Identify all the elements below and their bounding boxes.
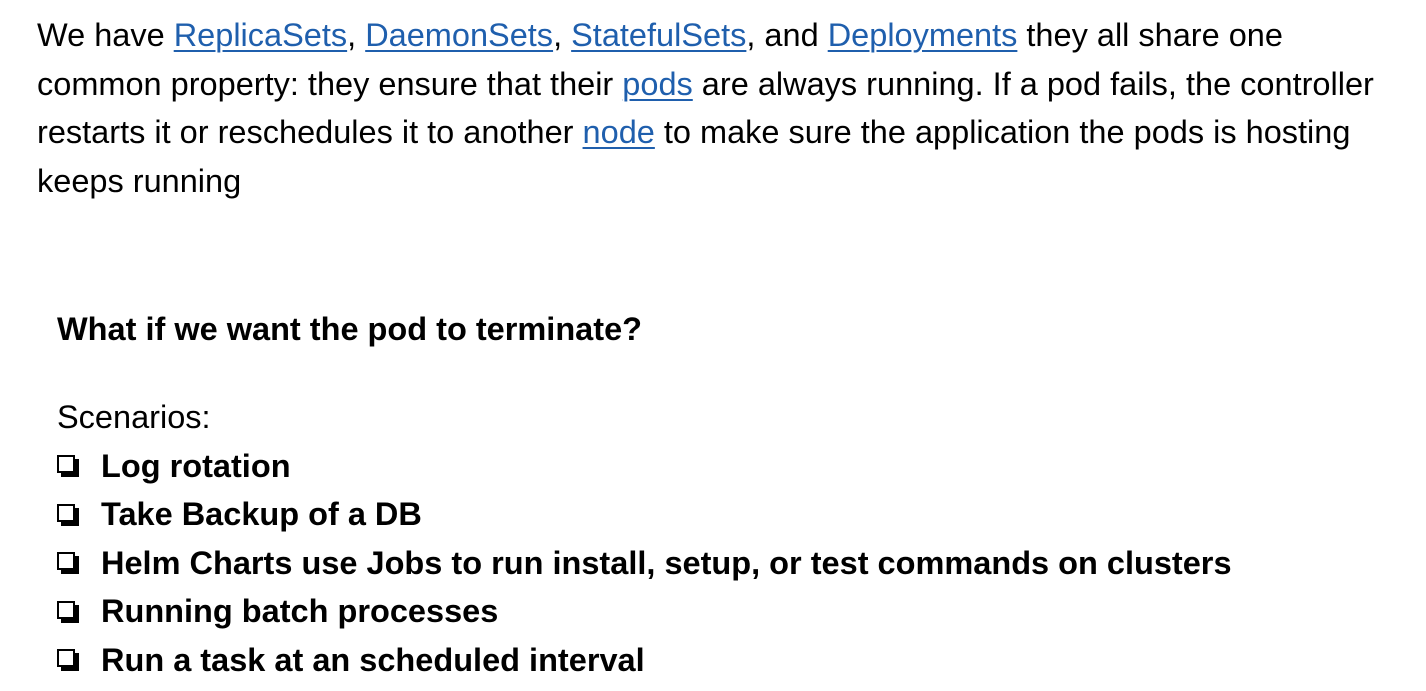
scenario-label: Run a task at an scheduled interval [101, 641, 645, 678]
scenario-label: Log rotation [101, 447, 291, 484]
scenarios-label: Scenarios: [57, 399, 211, 435]
scenario-list: Log rotation Take Backup of a DB Helm Ch… [57, 442, 1232, 685]
scenario-item: Log rotation [57, 442, 1232, 491]
pods-link[interactable]: pods [622, 66, 692, 102]
scenario-item: Running batch processes [57, 588, 1232, 637]
scenario-item: Helm Charts use Jobs to run install, set… [57, 539, 1232, 588]
scenario-item: Take Backup of a DB [57, 491, 1232, 540]
scenario-label: Running batch processes [101, 593, 499, 630]
daemonsets-link[interactable]: DaemonSets [365, 17, 553, 53]
checkbox-icon [57, 649, 81, 673]
checkbox-icon [57, 455, 81, 479]
intro-text: , [347, 17, 366, 53]
checkbox-icon [57, 552, 81, 576]
scenario-label: Helm Charts use Jobs to run install, set… [101, 544, 1232, 581]
scenario-item: Run a task at an scheduled interval [57, 636, 1232, 685]
node-link[interactable]: node [583, 114, 655, 150]
statefulsets-link[interactable]: StatefulSets [571, 17, 746, 53]
intro-paragraph: We have ReplicaSets, DaemonSets, Statefu… [37, 11, 1412, 205]
deployments-link[interactable]: Deployments [828, 17, 1018, 53]
checkbox-icon [57, 503, 81, 528]
intro-text: We have [37, 17, 174, 53]
intro-text: , [553, 17, 572, 53]
question-heading: What if we want the pod to terminate? [57, 311, 642, 347]
intro-text: , and [746, 17, 828, 53]
scenario-label: Take Backup of a DB [101, 496, 422, 533]
checkbox-icon [57, 600, 81, 625]
replicasets-link[interactable]: ReplicaSets [174, 17, 347, 53]
